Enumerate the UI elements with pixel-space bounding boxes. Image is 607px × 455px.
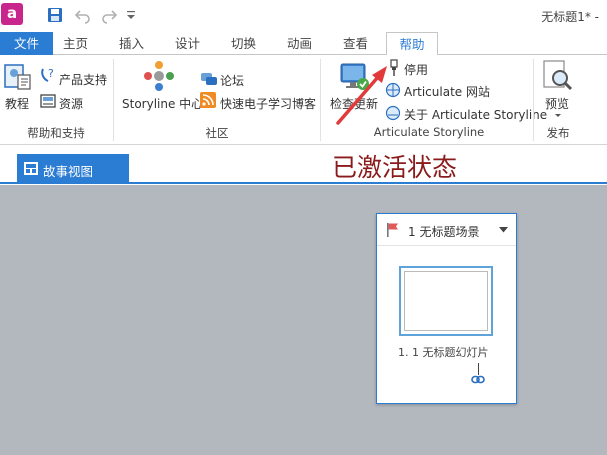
publish-group-label: 发布 [546, 126, 570, 140]
articulate-logo-icon[interactable]: a [1, 3, 23, 25]
slide-preview [404, 271, 488, 331]
blog-rss-icon [200, 92, 216, 108]
tab-view[interactable]: 查看 [333, 32, 378, 55]
storyline-center-icon [144, 61, 174, 91]
resources-icon [40, 94, 56, 108]
about-icon [385, 105, 401, 121]
tab-file[interactable]: 文件 [0, 32, 53, 55]
deactivate-icon [390, 59, 398, 76]
group-separator [320, 59, 321, 141]
product-support-button[interactable]: 产品支持 [59, 71, 107, 88]
scene-card[interactable]: 1 无标题场景 1. 1 无标题幻灯片 [376, 213, 517, 404]
undo-icon[interactable] [74, 6, 92, 24]
window-title: 无标题1* - [541, 10, 599, 24]
title-bar: a 无标题1* - [0, 0, 607, 32]
tab-insert[interactable]: 插入 [109, 32, 154, 55]
deactivate-button[interactable]: 停用 [404, 61, 428, 78]
forums-button[interactable]: 论坛 [220, 72, 244, 89]
scene-menu-dropdown-icon[interactable] [499, 227, 508, 233]
activated-status-text: 已激活状态 [332, 153, 458, 182]
tab-design[interactable]: 设计 [165, 32, 210, 55]
story-view-label: 故事视图 [43, 164, 94, 179]
starting-scene-flag-icon [387, 223, 398, 237]
storyline-center-button[interactable]: Storyline 中心 [122, 95, 203, 112]
scene-header[interactable]: 1 无标题场景 [377, 214, 516, 246]
articulate-website-button[interactable]: Articulate 网站 [404, 83, 490, 100]
tab-transitions[interactable]: 切换 [221, 32, 266, 55]
link-icon[interactable] [471, 375, 485, 384]
help-group-label: 帮助和支持 [27, 126, 85, 140]
customize-qat-icon[interactable] [123, 6, 141, 24]
story-canvas[interactable]: 1 无标题场景 1. 1 无标题幻灯片 [0, 185, 607, 455]
group-separator [113, 59, 114, 141]
about-button[interactable]: 关于 Articulate Storyline [404, 106, 547, 123]
trigger-connector [478, 363, 479, 375]
tutorials-button[interactable]: 教程 [5, 95, 29, 112]
product-support-icon: ? [41, 67, 54, 82]
group-separator [533, 59, 534, 141]
preview-dropdown-icon[interactable] [554, 113, 562, 119]
blog-button[interactable]: 快速电子学习博客 [220, 95, 316, 112]
ribbon-tabs: 文件 主页 插入 设计 切换 动画 查看 帮助 [0, 32, 607, 56]
view-bar: 故事视图 已激活状态 [0, 146, 607, 184]
ribbon-help: 教程 ? 产品支持 资源 帮助和支持 Storyline 中心 论坛 快速电子学… [0, 55, 607, 145]
check-updates-icon [340, 63, 369, 90]
articulate-group-label: Articulate Storyline [373, 125, 485, 139]
story-view-icon [24, 162, 38, 175]
tab-animations[interactable]: 动画 [277, 32, 322, 55]
tab-help[interactable]: 帮助 [386, 32, 438, 56]
tab-home[interactable]: 主页 [53, 32, 98, 55]
scene-title: 1 无标题场景 [408, 225, 480, 239]
save-icon[interactable] [46, 6, 64, 24]
articulate-website-icon [385, 82, 401, 98]
redo-icon[interactable] [100, 6, 118, 24]
community-group-label: 社区 [205, 126, 229, 140]
check-updates-button[interactable]: 检查更新 [330, 95, 378, 112]
tutorials-icon [4, 64, 31, 90]
resources-button[interactable]: 资源 [59, 95, 83, 112]
svg-text:?: ? [48, 67, 54, 80]
preview-icon [543, 60, 573, 91]
forums-icon [201, 73, 217, 85]
preview-button[interactable]: 预览 [545, 95, 569, 112]
story-view-tab[interactable]: 故事视图 [17, 154, 129, 184]
slide-label: 1. 1 无标题幻灯片 [398, 346, 489, 359]
slide-thumbnail[interactable] [399, 266, 493, 336]
